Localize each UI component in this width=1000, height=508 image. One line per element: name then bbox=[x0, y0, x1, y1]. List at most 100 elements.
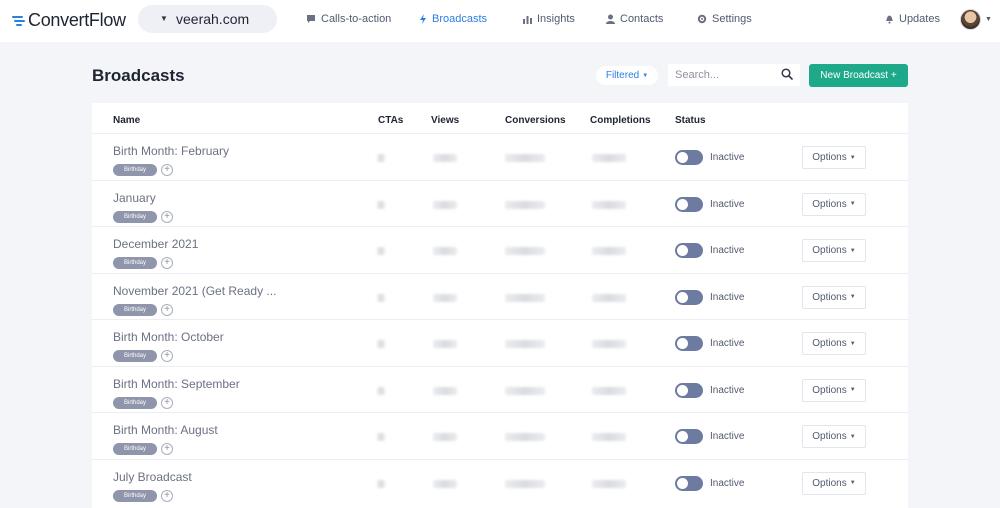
options-label: Options bbox=[812, 477, 847, 489]
nav-item-calls-to-action[interactable]: Calls-to-action bbox=[306, 13, 391, 25]
add-tag-icon[interactable]: + bbox=[161, 257, 173, 269]
tag-badge[interactable]: Birthday bbox=[113, 396, 157, 409]
updates-button[interactable]: Updates bbox=[885, 13, 940, 25]
table-row[interactable]: Birth Month: September Birthday + Inactive O… bbox=[92, 365, 908, 413]
broadcasts-table: Name CTAs Views Conversions Completions … bbox=[92, 103, 908, 508]
options-button[interactable]: Options ▼ bbox=[802, 192, 866, 216]
nav-item-settings[interactable]: Settings bbox=[697, 13, 752, 25]
broadcast-name[interactable]: July Broadcast bbox=[113, 470, 192, 484]
status-toggle[interactable] bbox=[675, 289, 703, 305]
chevron-down-icon: ▼ bbox=[849, 201, 856, 207]
redacted-value bbox=[377, 340, 385, 348]
status-toggle[interactable] bbox=[675, 382, 703, 398]
column-header-completions[interactable]: Completions bbox=[590, 115, 651, 126]
options-button[interactable]: Options ▼ bbox=[802, 471, 866, 495]
redacted-value bbox=[592, 154, 626, 162]
options-label: Options bbox=[812, 198, 847, 210]
broadcast-name[interactable]: January bbox=[113, 191, 156, 205]
tag-badge[interactable]: Birthday bbox=[113, 350, 157, 362]
lightning-icon bbox=[420, 14, 426, 24]
add-tag-icon[interactable]: + bbox=[161, 396, 173, 409]
site-switcher[interactable]: ▼ veerah.com bbox=[138, 5, 277, 33]
broadcast-name[interactable]: November 2021 (Get Ready ... bbox=[113, 284, 276, 298]
site-switcher-label: veerah.com bbox=[176, 11, 250, 27]
chevron-down-icon: ▼ bbox=[849, 480, 856, 486]
status-label: Inactive bbox=[710, 245, 745, 256]
chevron-down-icon: ▼ bbox=[849, 387, 856, 393]
status-toggle[interactable] bbox=[675, 475, 703, 491]
redacted-value bbox=[433, 293, 457, 302]
logo[interactable]: ConvertFlow bbox=[12, 10, 126, 31]
table-row[interactable]: January Birthday + Inactive Options ▼ bbox=[92, 179, 908, 227]
redacted-value bbox=[377, 386, 385, 395]
column-header-views[interactable]: Views bbox=[431, 115, 459, 126]
chevron-down-icon: ▼ bbox=[849, 154, 856, 161]
add-tag-icon[interactable]: + bbox=[161, 164, 173, 176]
column-header-ctas[interactable]: CTAs bbox=[378, 115, 403, 126]
add-tag-icon[interactable]: + bbox=[161, 443, 173, 455]
column-header-name[interactable]: Name bbox=[113, 115, 140, 126]
status-toggle[interactable] bbox=[675, 196, 703, 212]
broadcast-name[interactable]: Birth Month: February bbox=[113, 144, 229, 158]
status-label: Inactive bbox=[710, 152, 745, 163]
table-row[interactable]: Birth Month: February Birthday + Inactive Op… bbox=[92, 133, 908, 180]
chevron-down-icon: ▼ bbox=[160, 14, 168, 23]
options-button[interactable]: Options ▼ bbox=[802, 146, 866, 169]
avatar[interactable] bbox=[960, 9, 981, 30]
column-header-conversions[interactable]: Conversions bbox=[505, 115, 566, 126]
chevron-down-icon: ▼ bbox=[849, 433, 856, 440]
redacted-value bbox=[592, 200, 626, 209]
new-broadcast-button[interactable]: New Broadcast + bbox=[809, 64, 908, 87]
status-toggle[interactable] bbox=[675, 243, 703, 258]
redacted-value bbox=[592, 386, 626, 395]
tag-badge[interactable]: Birthday bbox=[113, 210, 157, 223]
table-row[interactable]: Birth Month: October Birthday + Inactive Opt… bbox=[92, 319, 908, 366]
options-button[interactable]: Options ▼ bbox=[802, 378, 866, 402]
chevron-down-icon[interactable]: ▼ bbox=[985, 16, 992, 23]
user-icon bbox=[606, 14, 615, 24]
broadcast-name[interactable]: December 2021 bbox=[113, 237, 198, 251]
table-row[interactable]: November 2021 (Get Ready ... Birthday + Ina… bbox=[92, 272, 908, 320]
table-row[interactable]: December 2021 Birthday + Inactive Options ▼ bbox=[92, 226, 908, 273]
status-toggle[interactable] bbox=[675, 429, 703, 444]
nav-item-label: Settings bbox=[712, 13, 752, 25]
options-button[interactable]: Options ▼ bbox=[802, 425, 866, 448]
status-toggle[interactable] bbox=[675, 150, 703, 165]
table-row[interactable]: July Broadcast Birthday + Inactive Options ▼ bbox=[92, 458, 908, 506]
redacted-value bbox=[377, 479, 385, 488]
tag-badge[interactable]: Birthday bbox=[113, 303, 157, 316]
options-button[interactable]: Options ▼ bbox=[802, 285, 866, 309]
tag-badge[interactable]: Birthday bbox=[113, 164, 157, 176]
tag-badge[interactable]: Birthday bbox=[113, 257, 157, 269]
broadcast-name[interactable]: Birth Month: August bbox=[113, 423, 218, 437]
redacted-value bbox=[377, 154, 385, 162]
tag-badge[interactable]: Birthday bbox=[113, 443, 157, 455]
search-icon[interactable] bbox=[781, 68, 793, 80]
redacted-value bbox=[377, 433, 385, 441]
tag-badge[interactable]: Birthday bbox=[113, 489, 157, 502]
status-label: Inactive bbox=[710, 291, 745, 303]
broadcast-name[interactable]: Birth Month: September bbox=[113, 377, 240, 391]
add-tag-icon[interactable]: + bbox=[161, 210, 173, 223]
column-header-status[interactable]: Status bbox=[675, 115, 706, 126]
filter-dropdown[interactable]: Filtered ▼ bbox=[596, 66, 658, 85]
add-tag-icon[interactable]: + bbox=[161, 303, 173, 316]
redacted-value bbox=[433, 247, 457, 255]
options-label: Options bbox=[812, 291, 847, 303]
nav-item-insights[interactable]: Insights bbox=[523, 13, 575, 25]
broadcast-name[interactable]: Birth Month: October bbox=[113, 330, 224, 344]
nav-item-broadcasts[interactable]: Broadcasts bbox=[419, 13, 487, 25]
nav-item-contacts[interactable]: Contacts bbox=[606, 13, 663, 25]
add-tag-icon[interactable]: + bbox=[161, 350, 173, 362]
table-row[interactable]: Birth Month: August Birthday + Inactive Opti… bbox=[92, 412, 908, 459]
redacted-value bbox=[433, 433, 457, 441]
options-button[interactable]: Options ▼ bbox=[802, 239, 866, 262]
options-label: Options bbox=[812, 152, 847, 163]
nav-item-label: Contacts bbox=[620, 13, 664, 25]
status-label: Inactive bbox=[710, 198, 745, 210]
status-label: Inactive bbox=[710, 384, 745, 396]
options-button[interactable]: Options ▼ bbox=[802, 332, 866, 355]
status-label: Inactive bbox=[710, 477, 745, 489]
status-toggle[interactable] bbox=[675, 336, 703, 351]
add-tag-icon[interactable]: + bbox=[161, 489, 173, 502]
